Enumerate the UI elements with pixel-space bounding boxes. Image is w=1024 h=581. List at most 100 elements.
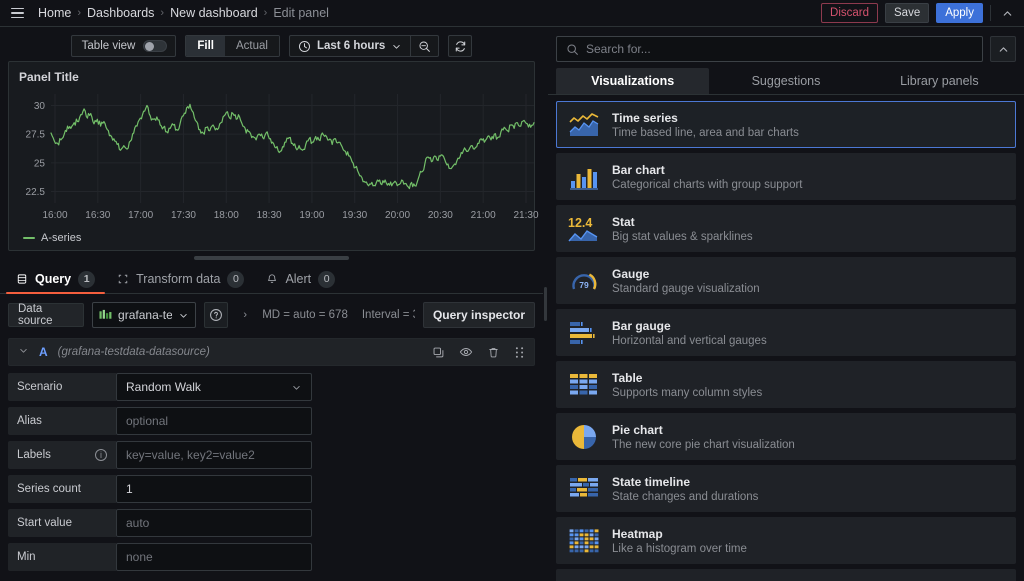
legend-item-label[interactable]: A-series xyxy=(41,232,81,244)
panel-legend: A-series xyxy=(9,230,534,250)
query-options-summary[interactable]: MD = auto = 678 Interval = 30s xyxy=(262,309,415,321)
viz-item-bar-gauge[interactable]: Bar gauge Horizontal and vertical gauges xyxy=(556,309,1016,356)
visualization-panel: Panel Title 22.5 25 27.5 30 16:00 16:30 17:00 1… xyxy=(8,61,539,251)
duplicate-icon[interactable] xyxy=(432,345,445,359)
top-nav-actions: Discard Save Apply xyxy=(821,3,1016,23)
chevron-down-icon xyxy=(391,41,402,52)
viz-item-name: Bar gauge xyxy=(612,318,671,333)
labels-input[interactable]: key=value, key2=value2 xyxy=(116,441,312,469)
status-history-icon xyxy=(567,578,601,581)
table-view-label: Table view xyxy=(81,40,136,52)
alias-input[interactable]: optional xyxy=(116,407,312,435)
bar-chart-icon xyxy=(567,162,601,192)
viz-item-stat[interactable]: 12.4 Stat Big stat values & sparklines xyxy=(556,205,1016,252)
chevron-up-icon[interactable] xyxy=(998,4,1016,22)
field-label: Min xyxy=(8,543,116,571)
time-series-plot[interactable]: 22.5 25 27.5 30 16:00 16:30 17:00 17:30 18:00 18:… xyxy=(9,86,539,230)
breadcrumb-item-edit-panel: Edit panel xyxy=(273,6,329,20)
field-start-value: Start value auto xyxy=(8,509,535,537)
delete-icon[interactable] xyxy=(487,345,500,359)
state-timeline-icon xyxy=(567,474,601,504)
query-editor-header: A (grafana-testdata-datasource) xyxy=(8,338,535,366)
viz-item-desc: Like a histogram over time xyxy=(612,542,747,555)
table-view-toggle[interactable]: Table view xyxy=(70,35,177,57)
interval-text: Interval = 30s xyxy=(361,309,415,321)
query-inspector-button[interactable]: Query inspector xyxy=(422,302,535,328)
search-input[interactable]: Search for... xyxy=(556,36,983,62)
panel-toolbar: Table view Fill Actual Last 6 hours xyxy=(0,27,543,61)
chevron-down-icon[interactable] xyxy=(18,345,29,359)
hide-icon[interactable] xyxy=(459,345,473,359)
info-icon[interactable]: i xyxy=(95,449,107,461)
svg-text:79: 79 xyxy=(579,280,589,290)
discard-button[interactable]: Discard xyxy=(821,3,878,23)
svg-text:19:30: 19:30 xyxy=(342,210,367,221)
breadcrumb-item-home[interactable]: Home xyxy=(38,6,71,20)
viz-item-texts: Stat Big stat values & sparklines xyxy=(612,215,753,243)
start-value-input[interactable]: auto xyxy=(116,509,312,537)
refresh-icon[interactable] xyxy=(448,35,473,57)
tab-alert-label: Alert xyxy=(285,272,312,286)
svg-text:17:30: 17:30 xyxy=(171,210,196,221)
hamburger-icon[interactable] xyxy=(6,2,28,24)
viz-item-status-history[interactable]: Status history Periodic status history xyxy=(556,569,1016,581)
breadcrumb-item-new-dashboard[interactable]: New dashboard xyxy=(170,6,258,20)
viz-item-texts: Time series Time based line, area and ba… xyxy=(612,111,799,139)
clock-icon xyxy=(298,40,311,53)
svg-text:18:00: 18:00 xyxy=(214,210,239,221)
viz-item-table[interactable]: Table Supports many column styles xyxy=(556,361,1016,408)
viz-item-name: Stat xyxy=(612,214,635,229)
tab-transform-data[interactable]: Transform data 0 xyxy=(107,265,254,293)
time-range-picker[interactable]: Last 6 hours xyxy=(290,36,410,56)
svg-text:16:30: 16:30 xyxy=(85,210,110,221)
save-button[interactable]: Save xyxy=(885,3,930,23)
chevron-down-icon xyxy=(291,382,302,393)
top-navigation-bar: Home › Dashboards › New dashboard › Edit… xyxy=(0,0,1024,27)
chevron-right-icon[interactable]: › xyxy=(236,309,254,321)
actual-option[interactable]: Actual xyxy=(224,36,279,56)
breadcrumb-item-dashboards[interactable]: Dashboards xyxy=(87,6,154,20)
viz-item-heatmap[interactable]: Heatmap Like a histogram over time xyxy=(556,517,1016,564)
viz-item-time-series[interactable]: Time series Time based line, area and ba… xyxy=(556,101,1016,148)
data-source-picker[interactable]: grafana-testd xyxy=(92,302,197,328)
field-label: Scenario xyxy=(8,373,116,401)
tab-visualizations[interactable]: Visualizations xyxy=(556,68,710,94)
tab-query-label: Query xyxy=(35,272,72,286)
svg-text:25: 25 xyxy=(34,158,46,169)
viz-item-texts: Bar gauge Horizontal and vertical gauges xyxy=(612,319,767,347)
field-alias: Alias optional xyxy=(8,407,535,435)
tab-query[interactable]: Query 1 xyxy=(6,265,106,294)
toolbar-divider xyxy=(990,5,991,21)
table-view-switch[interactable] xyxy=(143,40,168,52)
viz-item-pie-chart[interactable]: Pie chart The new core pie chart visuali… xyxy=(556,413,1016,460)
labels-label: Labels xyxy=(17,449,51,461)
series-count-input[interactable]: 1 xyxy=(116,475,312,503)
query-ref-id[interactable]: A xyxy=(39,345,48,359)
help-circle-icon[interactable] xyxy=(204,302,229,328)
min-input[interactable]: none xyxy=(116,543,312,571)
query-row-actions xyxy=(432,345,525,359)
apply-button[interactable]: Apply xyxy=(936,3,983,23)
bar-gauge-icon xyxy=(567,318,601,348)
field-label: Labels i xyxy=(8,441,116,469)
viz-item-gauge[interactable]: 79 Gauge Standard gauge visualization xyxy=(556,257,1016,304)
search-placeholder-text: Search for... xyxy=(586,42,651,56)
scenario-select[interactable]: Random Walk xyxy=(116,373,312,401)
zoom-out-icon[interactable] xyxy=(410,36,438,56)
chevron-up-icon[interactable] xyxy=(990,36,1016,62)
drag-icon[interactable] xyxy=(514,345,525,359)
stat-icon: 12.4 xyxy=(567,214,601,244)
horizontal-splitter[interactable] xyxy=(0,251,543,265)
svg-text:21:00: 21:00 xyxy=(471,210,496,221)
svg-text:21:30: 21:30 xyxy=(513,210,538,221)
viz-item-bar-chart[interactable]: Bar chart Categorical charts with group … xyxy=(556,153,1016,200)
time-range-label: Last 6 hours xyxy=(316,40,386,52)
tab-alert[interactable]: Alert 0 xyxy=(256,265,345,293)
viz-item-name: State timeline xyxy=(612,474,691,489)
viz-item-desc: Categorical charts with group support xyxy=(612,178,803,191)
viz-item-state-timeline[interactable]: State timeline State changes and duratio… xyxy=(556,465,1016,512)
tab-suggestions[interactable]: Suggestions xyxy=(709,68,862,94)
fill-option[interactable]: Fill xyxy=(186,36,225,56)
viz-item-texts: State timeline State changes and duratio… xyxy=(612,475,758,503)
tab-library-panels[interactable]: Library panels xyxy=(863,68,1016,94)
